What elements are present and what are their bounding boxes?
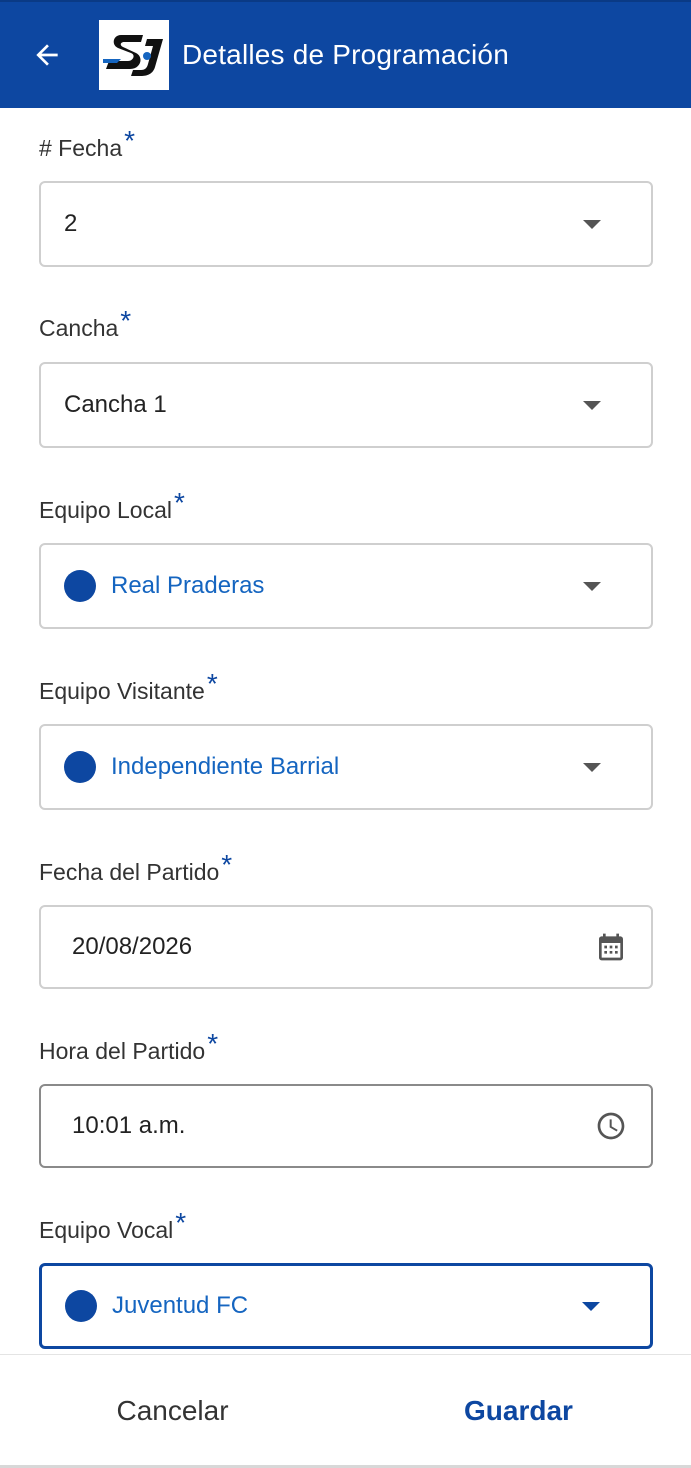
sj-logo-icon bbox=[103, 35, 163, 76]
required-asterisk: * bbox=[207, 1028, 219, 1059]
equipo-visitante-label: Equipo Visitante* bbox=[39, 668, 218, 704]
back-button[interactable] bbox=[19, 27, 75, 83]
required-asterisk: * bbox=[120, 305, 132, 336]
equipo-visitante-field: Equipo Visitante* Independiente Barrial bbox=[39, 668, 653, 810]
schedule-form: # Fecha* 2 Cancha* Cancha 1 Equipo Local… bbox=[0, 108, 691, 1354]
fecha-partido-value: 20/08/2026 bbox=[72, 933, 193, 960]
fecha-partido-field: Fecha del Partido* 20/08/2026 bbox=[39, 849, 653, 989]
cancha-label: Cancha* bbox=[39, 305, 132, 341]
fecha-number-label: # Fecha* bbox=[39, 125, 136, 161]
equipo-local-field: Equipo Local* Real Praderas bbox=[39, 487, 653, 629]
app-bar: Detalles de Programación bbox=[0, 0, 691, 108]
team-badge-icon bbox=[64, 751, 96, 783]
page-title: Detalles de Programación bbox=[182, 39, 509, 70]
cancha-value: Cancha 1 bbox=[64, 391, 167, 418]
required-asterisk: * bbox=[124, 125, 136, 156]
equipo-vocal-dropdown[interactable]: Juventud FC bbox=[39, 1263, 653, 1349]
required-asterisk: * bbox=[221, 849, 233, 880]
required-asterisk: * bbox=[206, 668, 218, 699]
equipo-vocal-value: Juventud FC bbox=[112, 1292, 249, 1319]
save-button[interactable]: Guardar bbox=[346, 1355, 691, 1467]
team-badge-icon bbox=[65, 1290, 97, 1322]
equipo-local-value: Real Praderas bbox=[111, 572, 265, 599]
chevron-down-icon bbox=[583, 763, 601, 772]
hora-partido-field: Hora del Partido* 10:01 a.m. bbox=[39, 1028, 653, 1168]
fecha-partido-label: Fecha del Partido* bbox=[39, 849, 233, 885]
fecha-number-dropdown[interactable]: 2 bbox=[39, 181, 653, 267]
chevron-down-icon bbox=[583, 220, 601, 229]
fecha-number-value: 2 bbox=[64, 210, 78, 237]
required-asterisk: * bbox=[175, 1207, 187, 1238]
hora-partido-input[interactable]: 10:01 a.m. bbox=[39, 1084, 653, 1168]
equipo-visitante-value: Independiente Barrial bbox=[111, 753, 340, 780]
chevron-down-icon bbox=[583, 582, 601, 591]
chevron-down-icon bbox=[582, 1302, 600, 1311]
cancha-field: Cancha* Cancha 1 bbox=[39, 305, 653, 448]
arrow-left-icon bbox=[36, 44, 58, 66]
equipo-visitante-dropdown[interactable]: Independiente Barrial bbox=[39, 724, 653, 810]
equipo-local-dropdown[interactable]: Real Praderas bbox=[39, 543, 653, 629]
fecha-number-field: # Fecha* 2 bbox=[39, 125, 653, 267]
hora-partido-value: 10:01 a.m. bbox=[72, 1112, 186, 1139]
equipo-vocal-label: Equipo Vocal* bbox=[39, 1207, 187, 1243]
app-logo bbox=[99, 20, 169, 90]
equipo-vocal-field: Equipo Vocal* Juventud FC bbox=[39, 1207, 653, 1349]
fecha-partido-input[interactable]: 20/08/2026 bbox=[39, 905, 653, 989]
cancel-button[interactable]: Cancelar bbox=[0, 1355, 345, 1467]
action-bar: Cancelar Guardar bbox=[0, 1354, 691, 1468]
equipo-local-label: Equipo Local* bbox=[39, 487, 185, 523]
chevron-down-icon bbox=[583, 401, 601, 410]
clock-icon[interactable] bbox=[595, 1110, 627, 1142]
team-badge-icon bbox=[64, 570, 96, 602]
required-asterisk: * bbox=[174, 487, 185, 518]
calendar-icon[interactable] bbox=[595, 931, 627, 963]
hora-partido-label: Hora del Partido* bbox=[39, 1028, 219, 1064]
cancha-dropdown[interactable]: Cancha 1 bbox=[39, 362, 653, 448]
